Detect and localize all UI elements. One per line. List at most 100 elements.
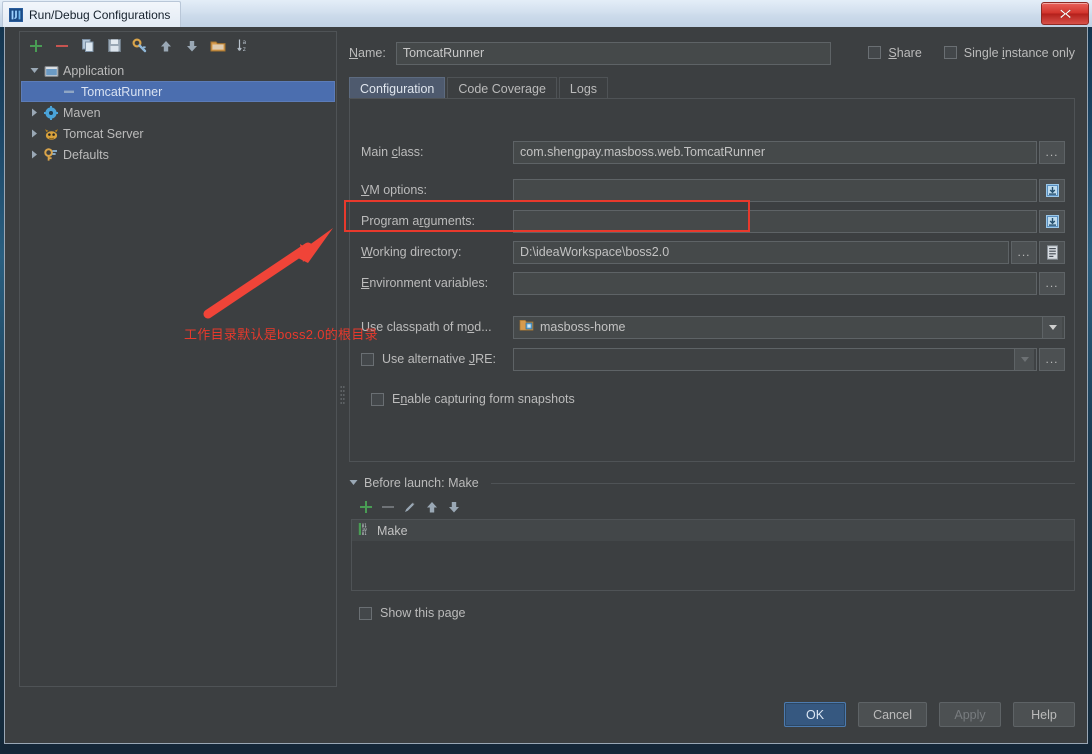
make-icon: 01 10 01	[358, 522, 371, 539]
chevron-down-icon[interactable]	[1042, 316, 1062, 338]
ellipsis-icon: ...	[1045, 352, 1059, 366]
window-titlebar: Run/Debug Configurations	[0, 0, 1092, 27]
separator-line	[490, 482, 1075, 484]
use-classpath-label: Use classpath of mod...	[361, 320, 492, 334]
create-folder-button[interactable]	[206, 34, 230, 58]
ellipsis-icon: ...	[1045, 276, 1059, 290]
close-icon[interactable]	[1041, 2, 1089, 25]
window-title: Run/Debug Configurations	[29, 7, 171, 22]
background-window-ghost-title	[283, 3, 287, 18]
dialog-button-bar: OK Cancel Apply Help	[784, 702, 1075, 727]
show-this-page-label: Show this page	[380, 606, 466, 620]
before-launch-edit-button[interactable]	[403, 500, 417, 519]
sort-configurations-button[interactable]: a z	[232, 34, 256, 58]
program-arguments-expand-button[interactable]	[1039, 209, 1065, 233]
use-alternative-jre-checkbox[interactable]: Use alternative JRE:	[361, 352, 513, 366]
ok-button[interactable]: OK	[784, 702, 847, 727]
before-launch-item-make[interactable]: 01 10 01 Make	[352, 520, 1074, 541]
tree-item-maven[interactable]: Maven	[20, 102, 336, 123]
enable-snapshots-row: Enable capturing form snapshots	[361, 387, 1065, 411]
program-arguments-input[interactable]	[513, 209, 1037, 233]
cancel-button[interactable]: Cancel	[858, 702, 927, 727]
chevron-right-icon[interactable]	[26, 129, 42, 138]
chevron-right-icon[interactable]	[26, 150, 42, 159]
working-directory-macros-button[interactable]	[1039, 240, 1065, 264]
tree-item-label: Application	[63, 63, 125, 78]
tab-logs[interactable]: Logs	[558, 77, 609, 99]
single-instance-only-checkbox[interactable]: Single instance only	[943, 45, 1075, 60]
before-launch-move-up-button[interactable]	[425, 500, 439, 519]
checkbox-box	[359, 606, 372, 620]
before-launch-label: Before launch: Make	[364, 476, 479, 490]
working-directory-input[interactable]: D:\ideaWorkspace\boss2.0	[513, 240, 1009, 264]
configurations-toolbar: a z	[20, 32, 340, 59]
tree-item-application[interactable]: Application	[20, 60, 336, 81]
enable-snapshots-label: Enable capturing form snapshots	[392, 392, 575, 406]
show-this-page-checkbox[interactable]: Show this page	[359, 603, 465, 623]
chevron-down-icon[interactable]	[349, 474, 358, 492]
before-launch-remove-button[interactable]	[381, 500, 395, 519]
before-launch-header[interactable]: Before launch: Make	[349, 474, 1075, 492]
svg-text:a: a	[242, 39, 246, 46]
configuration-form: Main class: com.shengpay.masboss.web.Tom…	[349, 98, 1075, 462]
module-icon	[519, 318, 534, 337]
environment-variables-input[interactable]	[513, 271, 1037, 295]
use-alternative-jre-browse-button[interactable]: ...	[1039, 347, 1065, 371]
before-launch-move-down-button[interactable]	[447, 500, 461, 519]
expand-editor-icon	[1045, 214, 1059, 228]
help-button[interactable]: Help	[1013, 702, 1075, 727]
vm-options-expand-button[interactable]	[1039, 178, 1065, 202]
apply-button[interactable]: Apply	[939, 702, 1001, 727]
tab-code-coverage[interactable]: Code Coverage	[447, 77, 557, 99]
share-checkbox[interactable]: Share	[868, 45, 922, 60]
copy-configuration-button[interactable]	[76, 34, 100, 58]
tree-item-tomcat-server[interactable]: Tomcat Server	[20, 123, 336, 144]
share-label: Share	[888, 45, 922, 60]
environment-variables-browse-button[interactable]: ...	[1039, 271, 1065, 295]
checkbox-box	[371, 392, 384, 406]
enable-snapshots-checkbox[interactable]: Enable capturing form snapshots	[361, 392, 575, 406]
chevron-right-icon[interactable]	[26, 108, 42, 117]
working-directory-browse-button[interactable]: ...	[1011, 240, 1037, 264]
move-up-button[interactable]	[154, 34, 178, 58]
add-configuration-button[interactable]	[24, 34, 48, 58]
before-launch-list[interactable]: 01 10 01 Make	[351, 519, 1075, 591]
remove-configuration-button[interactable]	[50, 34, 74, 58]
before-launch-add-button[interactable]	[359, 500, 373, 519]
main-class-row: Main class: com.shengpay.masboss.web.Tom…	[361, 140, 1065, 164]
name-input-value: TomcatRunner	[402, 46, 485, 60]
move-down-button[interactable]	[180, 34, 204, 58]
tree-item-label: Defaults	[63, 147, 109, 162]
tree-item-label: Maven	[63, 105, 101, 120]
main-class-browse-button[interactable]: ...	[1039, 140, 1065, 164]
use-classpath-combo[interactable]: masboss-home	[513, 315, 1065, 339]
annotation-text: 工作目录默认是boss2.0的根目录	[184, 327, 378, 342]
dialog-body: a z Application TomcatRunner Maven Tomca…	[4, 27, 1088, 744]
single-instance-only-label: Single instance only	[963, 45, 1075, 60]
name-input[interactable]: TomcatRunner	[395, 41, 831, 65]
vm-options-label: VM options:	[361, 183, 428, 197]
before-launch-item-label: Make	[377, 523, 408, 538]
wrench-icon[interactable]	[128, 34, 152, 58]
configurations-tree[interactable]: Application TomcatRunner Maven Tomcat Se…	[20, 60, 336, 686]
environment-variables-label: Environment variables:	[361, 276, 489, 290]
working-directory-value: D:\ideaWorkspace\boss2.0	[520, 245, 670, 259]
cancel-button-label: Cancel	[873, 707, 912, 722]
run-config-icon	[60, 86, 78, 98]
vm-options-input[interactable]	[513, 178, 1037, 202]
tree-item-tomcatrunner[interactable]: TomcatRunner	[21, 81, 335, 102]
apply-button-label: Apply	[954, 707, 986, 722]
panel-splitter[interactable]	[339, 382, 346, 410]
tree-item-defaults[interactable]: Defaults	[20, 144, 336, 165]
help-button-label: Help	[1031, 707, 1057, 722]
main-class-input[interactable]: com.shengpay.masboss.web.TomcatRunner	[513, 140, 1037, 164]
configurations-tree-panel: a z Application TomcatRunner Maven Tomca…	[19, 31, 337, 687]
use-classpath-value: masboss-home	[540, 320, 626, 334]
use-alternative-jre-combo[interactable]	[513, 347, 1037, 371]
chevron-down-icon[interactable]	[26, 66, 42, 75]
editor-tabs[interactable]: Configuration Code Coverage Logs	[349, 75, 610, 99]
chevron-down-icon[interactable]	[1014, 348, 1034, 370]
run-debug-configurations-window: Run/Debug Configurations a z Application…	[0, 0, 1092, 754]
tab-configuration[interactable]: Configuration	[349, 77, 446, 99]
save-configuration-button[interactable]	[102, 34, 126, 58]
